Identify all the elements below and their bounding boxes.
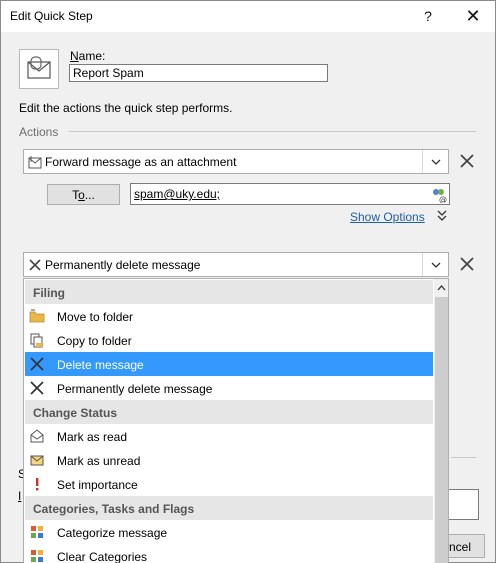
actions-divider [69,131,476,132]
action1-combobox[interactable]: Forward message as an attachment [23,149,449,174]
group-header-label: Categories, Tasks and Flags [33,502,195,516]
to-button[interactable]: To... [47,184,120,205]
list-item-copy-to-folder[interactable]: Copy to folder [25,328,433,352]
group-header-filing: Filing [25,280,433,304]
category-grid-icon [31,526,43,538]
list-item-clear-categories[interactable]: Clear Categories [25,544,433,563]
folder-move-icon [29,309,45,323]
list-item-label: Mark as unread [57,454,141,468]
list-item-permanently-delete[interactable]: Permanently delete message [25,376,433,400]
group-header-change-status: Change Status [25,400,433,424]
list-item-label: Mark as read [57,430,128,444]
to-value: spam@uky.edu; [134,187,220,201]
address-book-icon[interactable]: @ [430,186,447,203]
group-header-categories: Categories, Tasks and Flags [25,496,433,520]
envelope-open-icon [30,429,44,443]
list-item-mark-as-unread[interactable]: Mark as unread [25,448,433,472]
to-button-label: To... [72,187,95,202]
bg-field-fragment [449,489,479,520]
exclamation-icon [36,478,39,491]
quick-step-icon-button[interactable] [19,49,59,89]
actions-description: Edit the actions the quick step performs… [19,101,233,115]
name-field[interactable] [69,64,328,82]
group-header-label: Change Status [33,406,118,420]
help-button[interactable]: ? [405,1,451,31]
list-item-label: Delete message [57,358,144,372]
action2-label: Permanently delete message [45,258,201,272]
edit-quick-step-dialog: Edit Quick Step ? ✕ Name: Edit the actio… [0,0,496,563]
actions-section-label: Actions [19,125,59,139]
title-bar: Edit Quick Step ? ✕ [1,1,495,32]
scrollbar-thumb[interactable] [435,297,448,563]
list-item-move-to-folder[interactable]: Move to folder [25,304,433,328]
svg-text:@: @ [439,195,447,203]
action2-combobox[interactable]: Permanently delete message [23,252,449,277]
chevron-down-icon[interactable] [422,253,448,276]
dropdown-scrollbar[interactable] [434,279,448,563]
remove-action1-icon[interactable] [457,151,477,171]
forward-attachment-icon [28,156,42,169]
action-dropdown-list[interactable]: Filing Move to folder Copy to folder Del… [23,278,449,563]
name-label: Name: [70,49,106,63]
bg-fragment-i: I [18,489,22,503]
list-item-label: Categorize message [57,526,168,540]
show-options-link[interactable]: Show Options [350,210,425,224]
list-item-label: Move to folder [57,310,134,324]
copy-folder-icon [30,333,43,348]
cancel-button[interactable]: ncel [449,534,485,558]
dialog-title: Edit Quick Step [10,9,93,23]
list-item-label: Clear Categories [57,550,148,563]
list-item-label: Set importance [57,478,138,492]
envelope-paperclip-icon [27,56,51,79]
to-field[interactable]: spam@uky.edu; @ [130,183,450,205]
clear-category-grid-icon [31,550,43,562]
cancel-button-label: ncel [449,540,472,554]
list-item-delete-message[interactable]: Delete message [25,352,433,376]
scroll-up-arrow-icon[interactable] [434,279,448,296]
list-item-categorize-message[interactable]: Categorize message [25,520,433,544]
chevron-down-icon[interactable] [422,150,448,173]
delete-x-icon [30,357,44,371]
permanent-delete-x-icon [30,381,44,395]
envelope-closed-icon [30,455,44,466]
double-chevron-down-icon[interactable] [437,210,447,222]
group-header-label: Filing [33,286,65,300]
list-item-set-importance[interactable]: Set importance [25,472,433,496]
list-item-label: Copy to folder [57,334,132,348]
list-item-label: Permanently delete message [57,382,213,396]
bg-divider-fragment [451,457,476,458]
x-icon [29,259,41,271]
close-button[interactable]: ✕ [450,1,496,31]
remove-action2-icon[interactable] [457,254,477,274]
list-item-mark-as-read[interactable]: Mark as read [25,424,433,448]
action1-label: Forward message as an attachment [45,155,237,169]
